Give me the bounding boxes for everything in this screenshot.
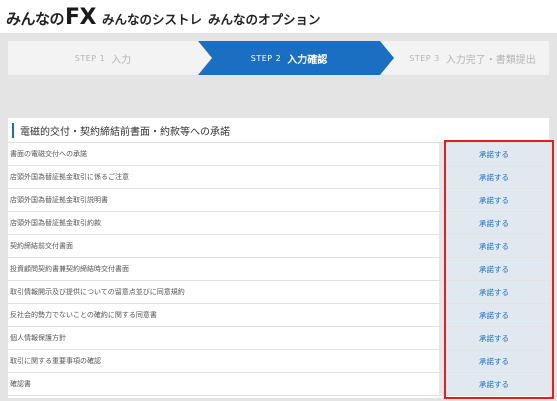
- accept-button[interactable]: 承諾する: [439, 350, 549, 372]
- document-row: 書面の電磁交付への承諾 承諾する: [8, 143, 549, 166]
- document-row: 反社会的勢力でないことの確約に関する同意書 承諾する: [8, 304, 549, 327]
- document-name[interactable]: 投資顧問契約書兼契約締結時交付書面: [8, 258, 439, 280]
- document-name[interactable]: 書面の電磁交付への承諾: [8, 143, 439, 165]
- document-row: 確認書 承諾する: [8, 373, 549, 396]
- step-1: STEP 1 入力: [8, 41, 198, 75]
- document-name[interactable]: 店頭外国為替証拠金取引約款: [8, 212, 439, 234]
- step-1-number: STEP 1: [74, 53, 106, 63]
- document-name[interactable]: 店頭外国為替証拠金取引に係るご注意: [8, 166, 439, 188]
- step-arrow-2: [380, 41, 394, 75]
- document-row: 店頭外国為替証拠金取引説明書 承諾する: [8, 189, 549, 212]
- step-3-number: STEP 3: [409, 53, 440, 63]
- document-row: 店頭外国為替証拠金取引に係るご注意 承諾する: [8, 166, 549, 189]
- document-row: 取引に関する重要事項の確認 承諾する: [8, 350, 549, 373]
- accept-button[interactable]: 承諾する: [439, 143, 549, 165]
- document-name[interactable]: 確認書: [8, 373, 439, 395]
- step-2-current: STEP 2 入力確認: [198, 41, 380, 75]
- step-3: STEP 3 入力完了・書類提出: [380, 41, 549, 75]
- fx-logo-prefix: みんなの: [6, 10, 65, 28]
- document-name[interactable]: 契約締結前交付書面: [8, 235, 439, 257]
- document-name[interactable]: 個人情報保護方針: [8, 327, 439, 349]
- accept-button[interactable]: 承諾する: [439, 235, 549, 257]
- document-row: 投資顧問契約書兼契約締結時交付書面 承諾する: [8, 258, 549, 281]
- document-row: 取引情報開示及び提供についての留意点並びに同意規約 承諾する: [8, 281, 549, 304]
- document-row: 店頭外国為替証拠金取引約款 承諾する: [8, 212, 549, 235]
- step-arrow-1: [198, 41, 212, 75]
- document-name[interactable]: 取引に関する重要事項の確認: [8, 350, 439, 372]
- document-name[interactable]: 反社会的勢力でないことの確約に関する同意書: [8, 304, 439, 326]
- step-2-number: STEP 2: [250, 53, 282, 63]
- brand-bar: みんなのFX みんなのシストレ みんなのオプション: [6, 4, 321, 30]
- document-section-title: 電磁的交付・契約締結前書面・約款等への承諾: [8, 118, 549, 143]
- document-name[interactable]: 店頭外国為替証拠金取引説明書: [8, 189, 439, 211]
- minna-no-fx-logo[interactable]: みんなのFX: [6, 5, 97, 30]
- accept-button[interactable]: 承諾する: [439, 373, 549, 395]
- document-consent-list: 電磁的交付・契約締結前書面・約款等への承諾 書面の電磁交付への承諾 承諾する 店頭外…: [8, 118, 549, 398]
- accept-button[interactable]: 承諾する: [439, 166, 549, 188]
- step-3-label: 入力完了・書類提出: [445, 54, 536, 66]
- step-progress: STEP 1 入力 STEP 2 入力確認 STEP 3 入力完了・書類提出: [8, 41, 549, 75]
- document-name[interactable]: 取引情報開示及び提供についての留意点並びに同意規約: [8, 281, 439, 303]
- accept-button[interactable]: 承諾する: [439, 189, 549, 211]
- document-row: 個人情報保護方針 承諾する: [8, 327, 549, 350]
- fx-logo-suffix: FX: [65, 5, 97, 30]
- accept-button[interactable]: 承諾する: [439, 327, 549, 349]
- accept-button[interactable]: 承諾する: [439, 304, 549, 326]
- minna-no-option-logo[interactable]: みんなのオプション: [208, 9, 321, 30]
- accept-button[interactable]: 承諾する: [439, 212, 549, 234]
- minna-no-systre-logo[interactable]: みんなのシストレ: [102, 9, 202, 30]
- accept-button[interactable]: 承諾する: [439, 258, 549, 280]
- step-2-label: 入力確認: [287, 54, 328, 66]
- step-1-label: 入力: [111, 54, 132, 66]
- document-rows: 書面の電磁交付への承諾 承諾する 店頭外国為替証拠金取引に係るご注意 承諾する 店頭外国…: [8, 143, 549, 396]
- document-row: 契約締結前交付書面 承諾する: [8, 235, 549, 258]
- accept-button[interactable]: 承諾する: [439, 281, 549, 303]
